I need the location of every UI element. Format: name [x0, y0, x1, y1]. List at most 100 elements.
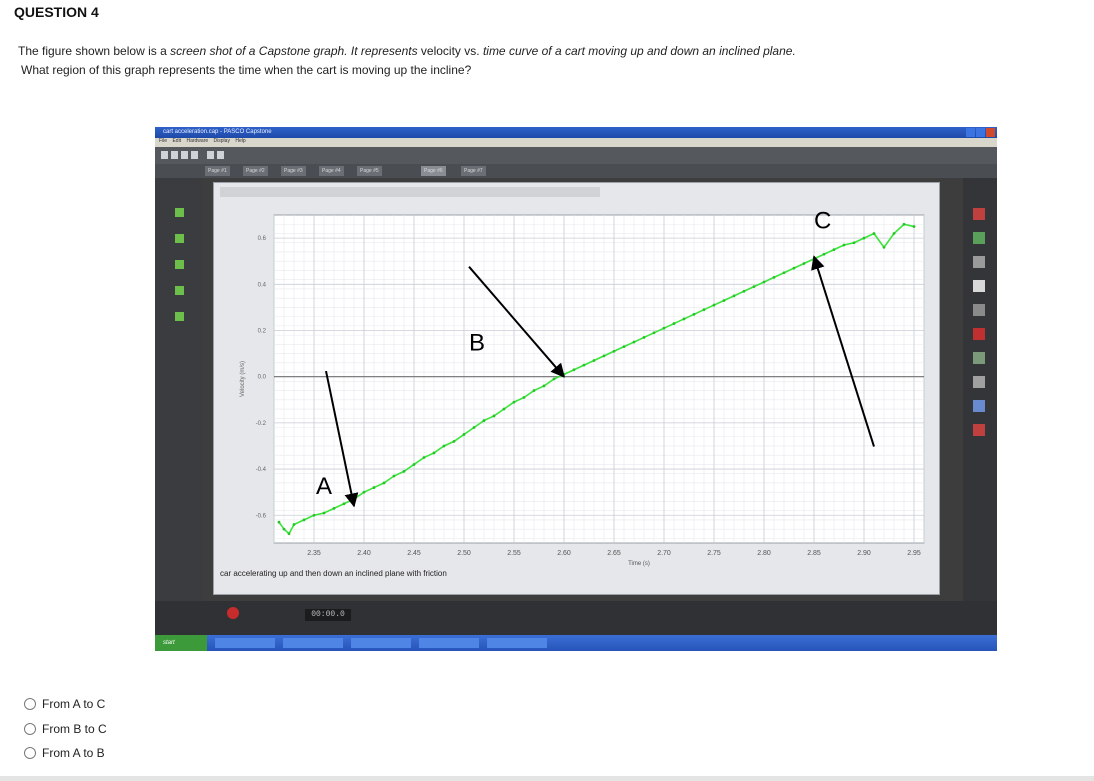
record-button — [227, 607, 239, 619]
data-point — [632, 340, 636, 344]
calculator-icon — [174, 260, 184, 269]
radio-button[interactable] — [24, 698, 36, 711]
workbook-display-icon — [973, 424, 985, 436]
data-point — [712, 303, 716, 307]
data-point — [552, 377, 556, 381]
data-point — [332, 506, 336, 510]
x-tick-label: 2.40 — [357, 550, 371, 557]
data-point — [292, 523, 296, 526]
graph-caption: car accelerating up and then down an inc… — [220, 569, 447, 578]
x-tick-label: 2.35 — [307, 550, 321, 557]
graph-display: 2.35 2.40 2.45 2.50 2.55 2.60 2.65 2.70 2.75 2.80… — [213, 182, 940, 595]
data-point — [442, 444, 446, 448]
x-axis-label: Time (s) — [628, 561, 650, 567]
option-a-to-c[interactable]: From A to C — [24, 692, 107, 717]
data-point — [602, 354, 606, 358]
data-point — [692, 312, 696, 316]
option-b-to-c[interactable]: From B to C — [24, 717, 107, 742]
x-tick-label: 2.85 — [807, 550, 821, 557]
tools-palette — [155, 178, 202, 623]
data-point — [522, 396, 526, 399]
minimize-icon — [966, 128, 975, 137]
data-point — [342, 502, 346, 506]
data-point — [892, 232, 896, 235]
print-icon — [191, 151, 198, 159]
data-point — [842, 243, 846, 247]
question-text: The figure shown below is a screen shot … — [18, 42, 1078, 80]
data-point — [277, 520, 281, 524]
tab-page-6: Page #6 — [421, 166, 446, 176]
data-point — [452, 439, 456, 443]
page-divider — [0, 776, 1094, 781]
data-point — [732, 294, 736, 298]
velocity-time-graph: 2.35 2.40 2.45 2.50 2.55 2.60 2.65 2.70 2.75 2.80… — [240, 208, 925, 567]
option-a-to-b[interactable]: From A to B — [24, 741, 107, 766]
text-display-icon — [973, 352, 985, 364]
text-a: The figure shown below is a — [18, 44, 171, 58]
menu-hardware: Hardware — [186, 138, 209, 144]
question-line-2: What region of this graph represents the… — [21, 63, 472, 77]
signal-icon — [174, 286, 184, 295]
option-label: From A to C — [42, 697, 106, 712]
redo-icon — [217, 151, 224, 159]
label-b: B — [469, 330, 485, 357]
taskbar-item — [215, 638, 275, 648]
data-point — [302, 518, 306, 522]
data-point — [502, 407, 506, 411]
data-point — [722, 299, 726, 302]
displays-palette — [963, 178, 997, 623]
x-tick-label: 2.60 — [557, 550, 571, 557]
data-point — [802, 262, 806, 265]
scope-display-icon — [973, 328, 985, 340]
data-point — [652, 331, 656, 335]
taskbar-item — [487, 638, 547, 648]
data-point — [872, 232, 876, 235]
tab-page-3: Page #3 — [281, 166, 306, 176]
window-titlebar: cart acceleration.cap - PASCO Capstone — [155, 127, 997, 138]
windows-taskbar: start — [155, 635, 997, 651]
data-point — [287, 532, 291, 536]
data-point — [612, 349, 616, 353]
radio-button[interactable] — [24, 722, 36, 735]
maximize-icon — [976, 128, 985, 137]
text-b: screen shot of a Capstone graph. It repr… — [170, 44, 418, 58]
data-point — [542, 384, 546, 388]
x-tick-label: 2.70 — [657, 550, 671, 557]
journal-icon — [174, 312, 184, 321]
graph-display-icon — [973, 208, 985, 220]
movie-display-icon — [973, 400, 985, 412]
data-point — [312, 513, 316, 517]
graph-toolbar — [220, 187, 600, 197]
data-summary-icon — [174, 234, 184, 243]
x-tick-label: 2.90 — [857, 550, 871, 557]
data-point — [512, 400, 516, 404]
x-tick-label: 2.65 — [607, 550, 621, 557]
data-point — [702, 308, 706, 312]
answer-options: From A to C From B to C From A to B — [24, 692, 107, 766]
main-toolbar — [155, 147, 997, 164]
tab-page-4: Page #4 — [319, 166, 344, 176]
new-icon — [161, 151, 168, 159]
y-tick-label: -0.4 — [256, 467, 267, 473]
data-point — [762, 280, 766, 284]
data-point — [392, 474, 396, 478]
table-display-icon — [973, 232, 985, 244]
data-point — [362, 490, 366, 494]
x-tick-label: 2.45 — [407, 550, 421, 557]
data-point — [372, 486, 376, 489]
taskbar-item — [351, 638, 411, 648]
data-point — [462, 433, 466, 436]
start-button: start — [155, 635, 207, 651]
data-point — [832, 248, 836, 252]
image-display-icon — [973, 376, 985, 388]
data-point — [582, 363, 586, 367]
page-tabs: Page #1 Page #2 Page #3 Page #4 Page #5 … — [155, 164, 997, 178]
data-point — [902, 222, 906, 226]
radio-button[interactable] — [24, 747, 36, 760]
data-point — [792, 266, 796, 270]
tool-journal — [161, 312, 197, 323]
menu-file: File — [159, 138, 168, 144]
option-label: From A to B — [42, 746, 105, 761]
data-point — [852, 241, 856, 245]
data-point — [862, 236, 866, 240]
